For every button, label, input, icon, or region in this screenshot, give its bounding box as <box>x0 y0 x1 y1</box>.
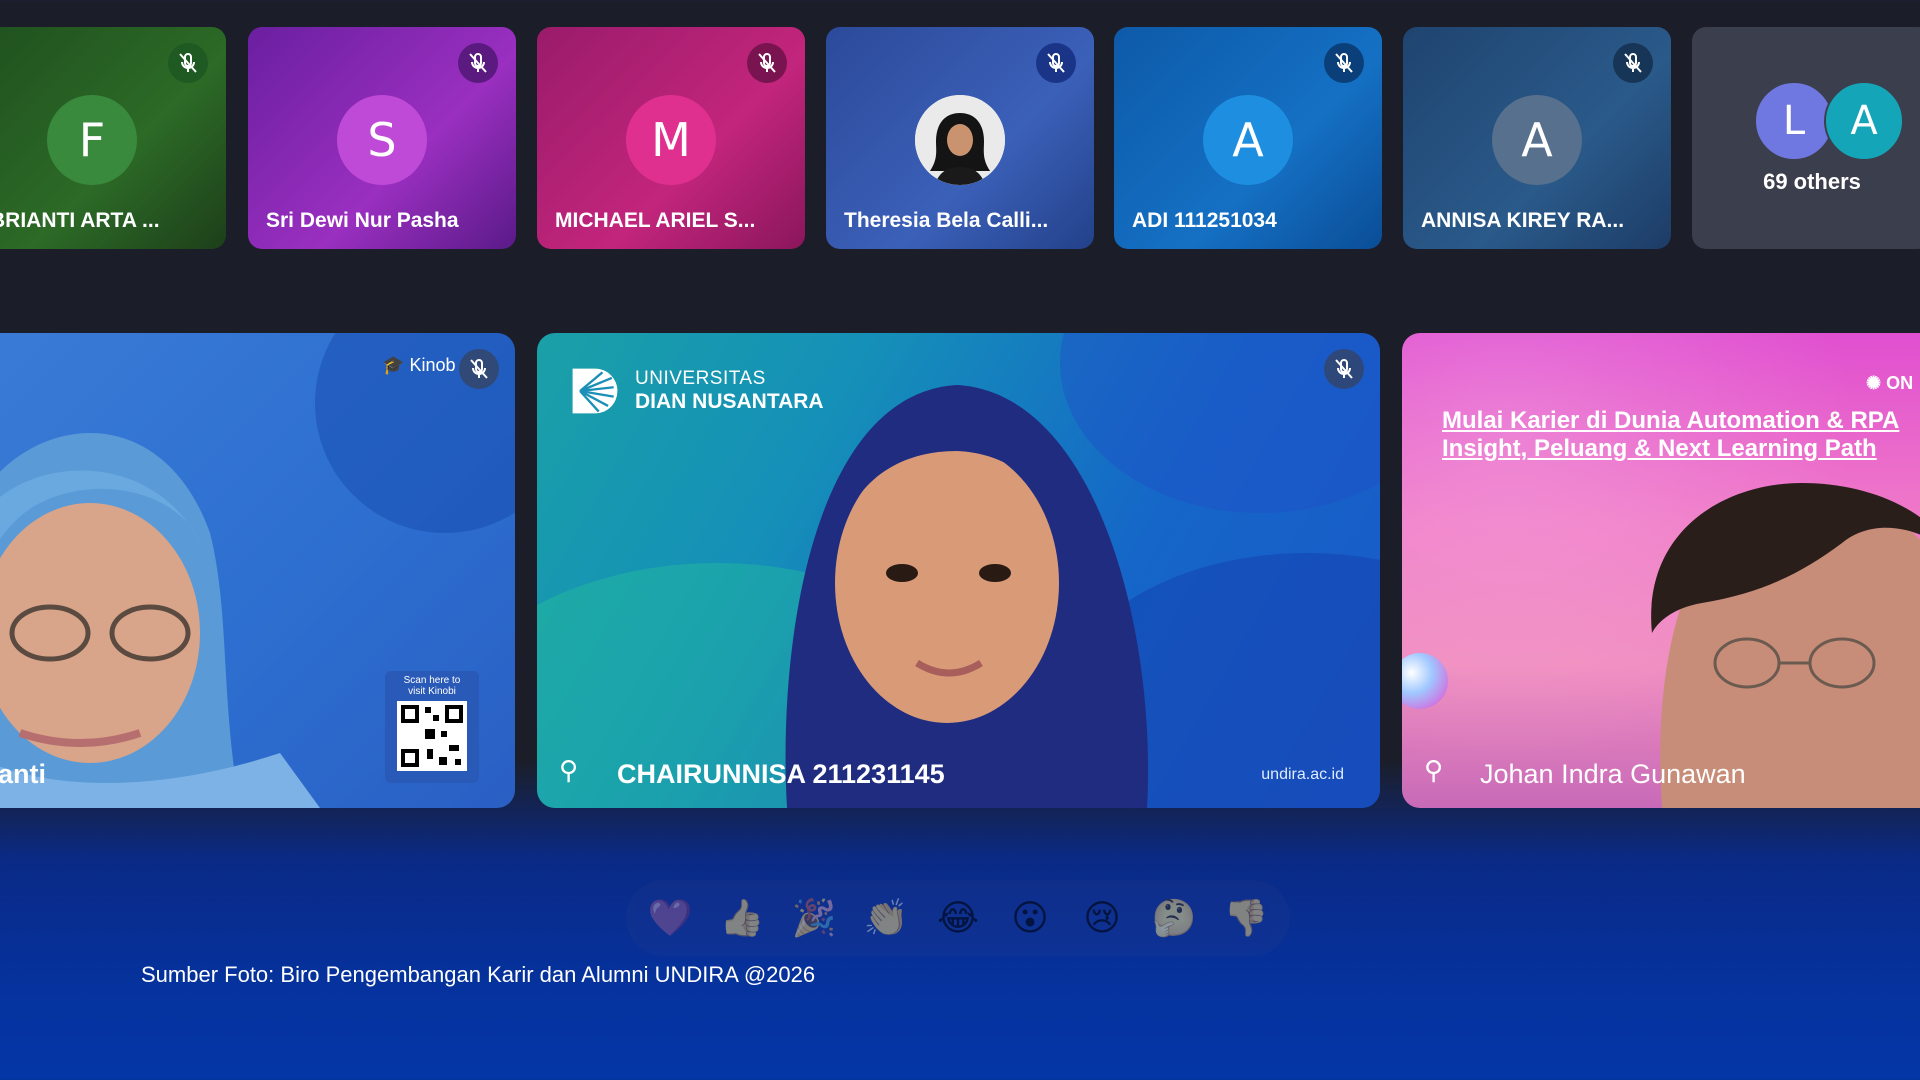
party-reaction-icon[interactable]: 🎉 <box>789 897 839 939</box>
person-photo-icon <box>915 95 1005 185</box>
brand-logo: 🎓 Kinob <box>382 355 456 375</box>
participant-strip: F EBRIANTI ARTA ... S Sri Dewi Nur Pasha… <box>0 27 1920 249</box>
avatar: A <box>1203 95 1293 185</box>
video-tile-right[interactable]: ✺ ON Mulai Karier di Dunia Automation & … <box>1402 333 1920 808</box>
thumbs-down-reaction-icon[interactable]: 👎 <box>1221 897 1271 939</box>
avatar: S <box>337 95 427 185</box>
participant-name: Theresia Bela Calli... <box>844 209 1049 232</box>
participant-tile[interactable]: A ANNISA KIREY RA... <box>1403 27 1671 249</box>
avatar: M <box>626 95 716 185</box>
thinking-reaction-icon[interactable]: 🤔 <box>1149 897 1199 939</box>
participant-tile[interactable]: S Sri Dewi Nur Pasha <box>248 27 516 249</box>
participant-name: Johan Indra Gunawan <box>1480 759 1746 789</box>
participant-name: ADI 111251034 <box>1132 209 1277 232</box>
video-tile-left[interactable]: 🎓 Kinob Scan here to visit Kinobi anti <box>0 333 515 808</box>
clap-reaction-icon[interactable]: 👏 <box>861 897 911 939</box>
pin-icon[interactable]: ⚲ <box>559 756 589 786</box>
participant-tile[interactable]: A ADI 111251034 <box>1114 27 1382 249</box>
sad-reaction-icon[interactable]: 😢 <box>1077 898 1127 939</box>
website-label: undira.ac.id <box>1261 766 1344 783</box>
surprised-reaction-icon[interactable]: 😮 <box>1005 898 1055 939</box>
muted-mic-icon <box>168 43 208 83</box>
muted-mic-icon <box>459 349 499 389</box>
avatar-photo <box>915 95 1005 185</box>
participant-name: MICHAEL ARIEL S... <box>555 209 756 232</box>
qr-code-icon <box>397 701 467 771</box>
participant-tile[interactable]: F EBRIANTI ARTA ... <box>0 27 226 249</box>
qr-code-panel: Scan here to visit Kinobi <box>385 671 479 783</box>
video-tile-center[interactable]: UNIVERSITAS DIAN NUSANTARA ⚲ CHAIRUNNISA… <box>537 333 1380 808</box>
muted-mic-icon <box>458 43 498 83</box>
participant-name: EBRIANTI ARTA ... <box>0 209 160 232</box>
participant-name: CHAIRUNNISA 211231145 <box>617 759 945 789</box>
muted-mic-icon <box>1324 43 1364 83</box>
muted-mic-icon <box>1613 43 1653 83</box>
avatar: A <box>1492 95 1582 185</box>
participant-video <box>785 385 1149 808</box>
participant-video <box>1651 483 1920 808</box>
avatar: A <box>1824 81 1904 161</box>
participant-tile[interactable]: Theresia Bela Calli... <box>826 27 1094 249</box>
others-count: 69 others <box>1763 169 1861 194</box>
graduation-cap-icon: 🎓 <box>382 355 405 375</box>
pin-icon[interactable]: ⚲ <box>1424 756 1454 786</box>
heart-reaction-icon[interactable]: 💜 <box>645 897 695 939</box>
avatar: L <box>1754 81 1834 161</box>
reactions-bar: 💜 👍 🎉 👏 😂 😮 😢 🤔 👎 <box>626 880 1290 956</box>
photo-caption: Sumber Foto: Biro Pengembangan Karir dan… <box>141 962 816 987</box>
thumbs-up-reaction-icon[interactable]: 👍 <box>717 897 767 939</box>
others-tile[interactable]: L A 69 others <box>1692 27 1920 249</box>
participant-tile[interactable]: M MICHAEL ARIEL S... <box>537 27 805 249</box>
laugh-reaction-icon[interactable]: 😂 <box>933 898 983 939</box>
participant-name: Sri Dewi Nur Pasha <box>266 209 459 232</box>
muted-mic-icon <box>747 43 787 83</box>
participant-name: ANNISA KIREY RA... <box>1421 209 1625 232</box>
muted-mic-icon <box>1036 43 1076 83</box>
avatar: F <box>47 95 137 185</box>
participant-name: anti <box>0 759 47 789</box>
